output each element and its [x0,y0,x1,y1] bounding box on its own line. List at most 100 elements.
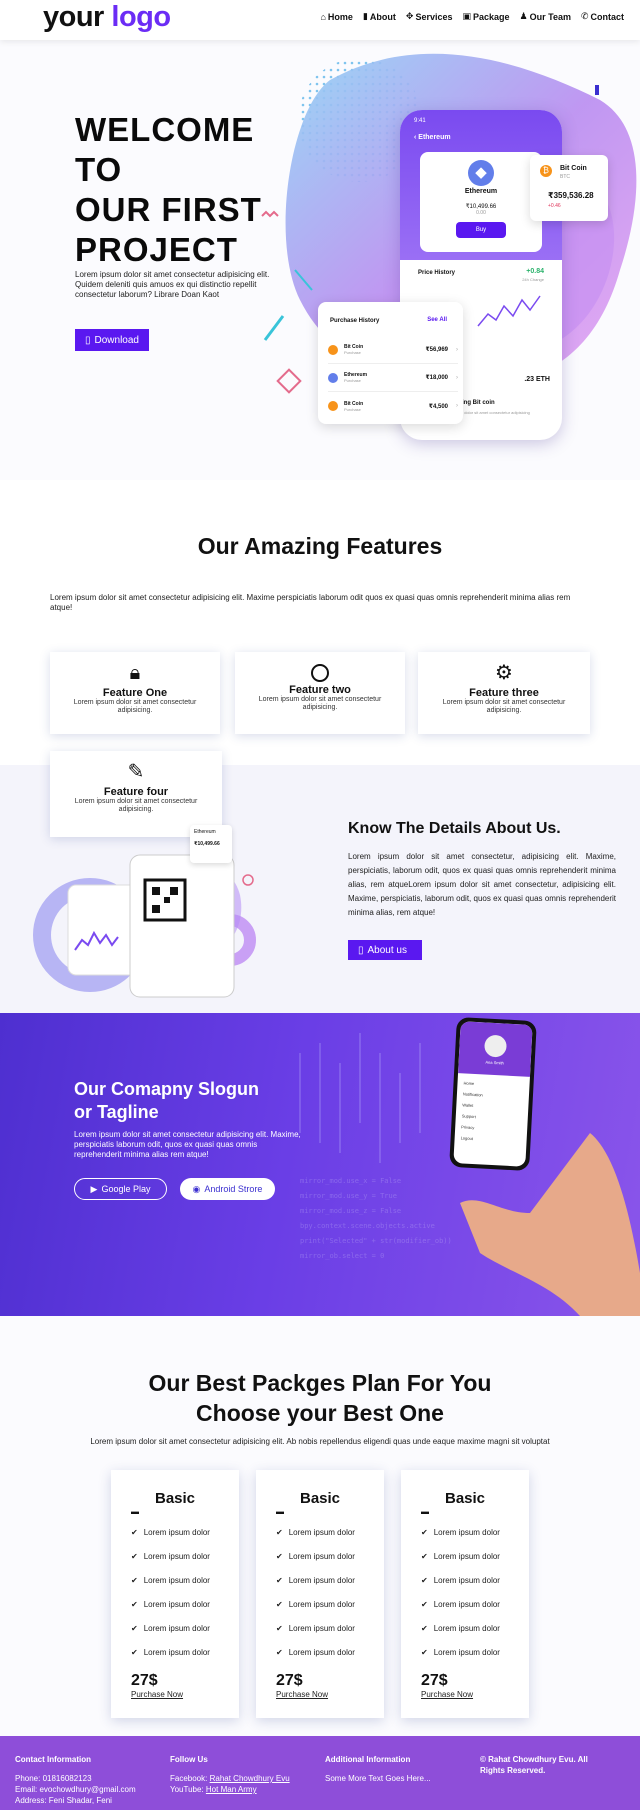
details-coin-value: ₹10,499.66 [194,841,220,847]
purchase-row[interactable]: Bit Coin Purchase ₹56,969 › [328,336,458,364]
phone-user-name: Ana Smith [485,1059,504,1066]
download-button[interactable]: ▯ Download [75,329,149,351]
plan-feature-label: Lorem ipsum dolor [288,1551,355,1561]
bitcoin-icon: ₿ [540,165,552,177]
feature-card-1[interactable]: 🔒︎ Feature One Lorem ipsum dolor sit ame… [50,652,220,734]
check-icon: ✔ [421,1527,428,1537]
feature-title: Feature three [469,687,539,699]
plan-feature-label: Lorem ipsum dolor [143,1599,210,1609]
details-section: ✎ Feature four Lorem ipsum dolor sit ame… [0,751,640,1013]
google-play-label: Google Play [101,1184,151,1194]
phone-header: ‹ Ethereum [414,134,451,141]
android-icon: ◉ [192,1183,201,1194]
purchase-sub: Purchase [344,378,361,383]
nav-label: Home [327,11,353,22]
check-icon: ✔ [131,1575,138,1585]
footer-address: Address: Feni Shadar, Feni [15,1796,112,1805]
hero-title: WELCOME TO OUR FIRST PROJECT [75,110,262,270]
nav-item-services[interactable]: ✥ Services [406,11,453,22]
plan-feature-label: Lorem ipsum dolor [143,1527,210,1537]
phone-buy-button[interactable]: Buy [456,222,506,238]
purchase-now-link[interactable]: Purchase Now [131,1690,239,1699]
briefcase-icon: ▬ [276,1507,284,1516]
check-icon: ✔ [131,1647,138,1657]
plan-feature: ✔ Lorem ipsum dolor [131,1568,239,1592]
see-all-link[interactable]: See All [427,317,447,323]
hero-description: Lorem ipsum dolor sit amet consectetur a… [75,270,270,299]
nav-label: Package [473,11,510,22]
pricing-card-2: Basic ▬ ✔ Lorem ipsum dolor ✔ Lorem ipsum … [256,1470,384,1718]
slogan-title: Our Comapny Slogun or Tagline [74,1078,259,1124]
feature-title: Feature two [289,684,351,696]
ethereum-icon [328,372,338,383]
check-icon: ✔ [131,1527,138,1537]
svg-text:mirror_ob.select = 0: mirror_ob.select = 0 [300,1252,384,1260]
pricing-card-3: Basic ▬ ✔ Lorem ipsum dolor ✔ Lorem ipsum … [401,1470,529,1718]
nav-label: Our Team [529,11,571,22]
bitcoin-card-sub: BTC [560,174,570,180]
android-store-label: Android Strore [204,1184,263,1194]
nav-item-home[interactable]: ⌂ Home [320,11,352,22]
facebook-link[interactable]: Rahat Chowdhury Evu [210,1774,290,1783]
plan-feature-label: Lorem ipsum dolor [433,1599,500,1609]
chevron-right-icon: › [456,374,458,381]
pricing-title-line: Choose your Best One [196,1400,444,1426]
purchase-amount: ₹4,500 [428,403,448,410]
plan-feature-label: Lorem ipsum dolor [143,1623,210,1633]
pricing-description: Lorem ipsum dolor sit amet consectetur a… [90,1437,550,1446]
slogan-text: Lorem ipsum dolor sit amet consectetur a… [74,1130,301,1159]
slogan-section: mirror_mod.use_x = False mirror_mod.use_… [0,1013,640,1316]
footer-email: Email: evochowdhury@gmail.com [15,1785,136,1794]
plan-feature: ✔ Lorem ipsum dolor [421,1616,529,1640]
nav-label: Services [415,11,453,22]
nav-label: About [369,11,396,22]
plan-feature-label: Lorem ipsum dolor [433,1527,500,1537]
plan-feature: ✔ Lorem ipsum dolor [276,1640,384,1664]
book-icon: ▮ [362,11,368,21]
purchase-row[interactable]: Bit Coin Purchase ₹4,500 › [328,392,458,420]
youtube-link[interactable]: Hot Man Army [206,1785,257,1794]
nav-item-about[interactable]: ▮ About [363,11,396,22]
nav-menu: ⌂ Home ▮ About ✥ Services ▣ Package ♟ Our Tea… [320,11,624,22]
nav-label: Contact [590,11,625,22]
plan-feature-label: Lorem ipsum dolor [288,1647,355,1657]
purchase-now-link[interactable]: Purchase Now [276,1690,384,1699]
footer-follow: Follow Us Facebook: Rahat Chowdhury Evu … [170,1754,320,1795]
slogan-title-line: or Tagline [74,1102,159,1122]
file-edit-icon: ✎ [127,761,145,783]
check-icon: ✔ [276,1599,283,1609]
plan-feature-label: Lorem ipsum dolor [143,1575,210,1585]
bitcoin-card: ₿ Bit Coin BTC ₹359,536.28 +0.46 [530,155,608,221]
footer-heading: Additional Information [325,1755,411,1764]
purchase-history-title: Purchase History [330,318,380,324]
feature-description: Lorem ipsum dolor sit amet consectetur a… [258,696,382,711]
android-store-button[interactable]: ◉ Android Strore [180,1178,275,1200]
about-us-button[interactable]: ▯ About us [348,940,422,960]
details-coin-card: Ethereum ₹10,499.66 [190,825,232,863]
footer-copyright: © Rahat Chowdhury Evu. All Rights Reserv… [480,1755,588,1775]
plan-feature: ✔ Lorem ipsum dolor [131,1544,239,1568]
lock-icon: 🔒︎ [129,662,141,684]
plan-feature: ✔ Lorem ipsum dolor [276,1520,384,1544]
phone-time: 9:41 [414,118,426,124]
price-history-sub: 24h Change [522,277,544,282]
site-logo[interactable]: your logo [43,1,171,34]
purchase-row[interactable]: Ethereum Purchase ₹18,000 › [328,364,458,392]
purchase-now-link[interactable]: Purchase Now [421,1690,529,1699]
purchase-sub: Purchase [344,350,361,355]
check-icon: ✔ [276,1527,283,1537]
nav-item-contact[interactable]: ✆ Contact [581,11,624,22]
feature-card-2[interactable]: Feature two Lorem ipsum dolor sit amet c… [235,652,405,734]
google-play-button[interactable]: ▶ Google Play [74,1178,167,1200]
phone-menu-item[interactable]: Logout [460,1132,520,1146]
nav-item-team[interactable]: ♟ Our Team [520,11,571,22]
plan-price: 27$ [276,1672,303,1689]
footer-heading: Follow Us [170,1755,208,1764]
plan-feature: ✔ Lorem ipsum dolor [276,1544,384,1568]
plan-feature-label: Lorem ipsum dolor [433,1551,500,1561]
svg-text:bpy.context.scene.objects.acti: bpy.context.scene.objects.active [300,1222,435,1230]
check-icon: ✔ [276,1575,283,1585]
nav-item-package[interactable]: ▣ Package [462,11,509,22]
feature-card-3[interactable]: ⚙︎ Feature three Lorem ipsum dolor sit a… [418,652,590,734]
plan-feature-label: Lorem ipsum dolor [288,1599,355,1609]
